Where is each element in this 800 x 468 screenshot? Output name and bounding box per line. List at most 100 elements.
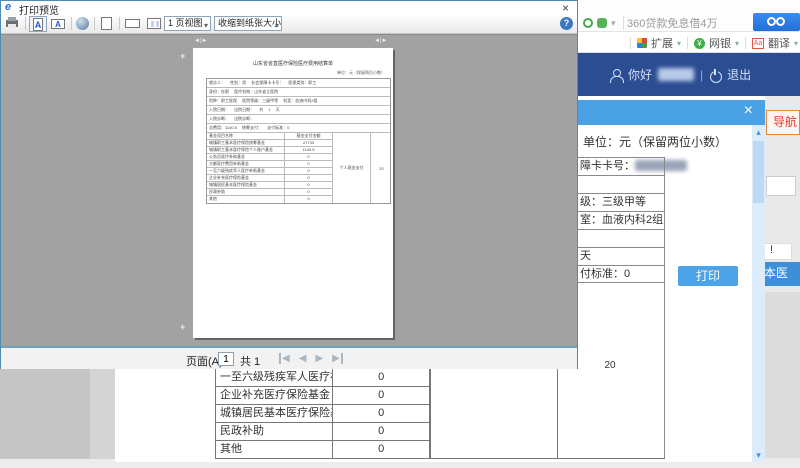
full-width-view-button[interactable] bbox=[124, 16, 142, 32]
chevron-down-icon[interactable]: ▾ bbox=[735, 39, 739, 48]
fund-value-cell: 0 bbox=[333, 387, 430, 404]
site-header-user-area: 你好 | 退出 bbox=[610, 66, 751, 83]
print-preview-toolbar: A A 1 页视图▾ 收缩到纸张大小▾ ? bbox=[1, 15, 577, 34]
first-page-icon[interactable]: ◀ bbox=[279, 353, 290, 364]
toolbar-item-translate[interactable]: 翻译 bbox=[768, 35, 790, 51]
fund-label-cell: 企业补充医疗保险基金 bbox=[207, 175, 285, 181]
document-header-row: 险种：职工医保 医院等级：三级甲等 科室：血液内科2组 bbox=[207, 97, 390, 106]
chevron-down-icon[interactable]: ▾ bbox=[677, 39, 681, 48]
extensions-icon[interactable] bbox=[637, 38, 647, 48]
toolbar-item-bank[interactable]: 网银 bbox=[709, 35, 731, 51]
translate-icon[interactable]: Aa bbox=[752, 38, 764, 49]
margin-handle[interactable]: + bbox=[180, 52, 185, 60]
print-button[interactable]: 打印 bbox=[678, 266, 738, 286]
rail-input-box[interactable] bbox=[766, 176, 796, 196]
page-setup-button[interactable] bbox=[75, 16, 91, 32]
table-row: 其他 0 bbox=[215, 440, 430, 458]
print-document-button[interactable] bbox=[4, 16, 22, 32]
document-fund-row: 企业补充医疗保险基金 0 bbox=[207, 175, 332, 182]
document-fund-row: 城镇职工基本医疗保险统筹基金 27733 bbox=[207, 140, 332, 147]
page-number-input[interactable] bbox=[218, 352, 234, 366]
margin-handle[interactable]: ◄|► bbox=[194, 38, 207, 44]
fund-label-cell: 企业补充医疗保险基金 bbox=[216, 387, 333, 404]
fund-label-cell: 其他 bbox=[216, 441, 333, 458]
help-icon[interactable]: ? bbox=[560, 17, 573, 30]
preview-canvas: ◄|► ◄|► + + 山东省省直医疗保险医疗费用结算单 单位：元（保留两位小数… bbox=[1, 34, 577, 346]
table-border bbox=[430, 368, 431, 458]
document-header-row: 身份：在职 医疗机构：山东省立医院 bbox=[207, 88, 390, 97]
scroll-up-icon[interactable]: ▴ bbox=[752, 125, 765, 139]
page-left-gray-panel bbox=[0, 368, 90, 468]
fund-label-cell: 一至六级残疾军人医疗补助基金 bbox=[207, 168, 285, 174]
divider bbox=[119, 17, 120, 30]
margin-handle[interactable]: + bbox=[180, 323, 185, 331]
document-fund-row: 其他 0 bbox=[207, 196, 332, 203]
portrait-page-icon: A bbox=[33, 18, 43, 31]
page-icon bbox=[101, 17, 112, 30]
document-header-row: 总费用：1140.5 统筹支付： 支付标准：0 bbox=[207, 124, 390, 133]
landscape-button[interactable]: A bbox=[50, 16, 68, 32]
full-page-view-button[interactable] bbox=[99, 16, 115, 32]
redacted-username bbox=[658, 68, 694, 81]
fund-value-cell: 0 bbox=[333, 405, 430, 422]
site-safety-icon[interactable] bbox=[583, 18, 593, 28]
document-fund-row: 城镇职工基本医疗保险个人账户基金 1140.5 bbox=[207, 147, 332, 154]
fund-label-cell: 民政补助 bbox=[207, 189, 285, 195]
close-icon[interactable]: × bbox=[744, 102, 753, 120]
fund-value-cell: 0 bbox=[285, 196, 332, 203]
fund-value-cell: 0 bbox=[285, 161, 332, 167]
prev-page-icon[interactable]: ◀ bbox=[299, 353, 307, 364]
greeting-text: 你好 bbox=[628, 66, 652, 83]
next-page-icon[interactable]: ▶ bbox=[315, 353, 323, 364]
last-page-icon[interactable]: ▶ bbox=[332, 353, 343, 364]
fund-label-cell: 大额医疗费用补助基金 bbox=[207, 161, 285, 167]
margin-handle[interactable]: ◄|► bbox=[374, 38, 387, 44]
fund-value-cell: 27733 bbox=[285, 140, 332, 146]
fund-label-cell: 基金项目名称 bbox=[207, 133, 285, 139]
page-total-label: 共 1 bbox=[240, 353, 260, 369]
fund-value-cell: 基金支付金额 bbox=[285, 133, 332, 139]
wide-page-icon bbox=[125, 19, 140, 28]
fund-value-cell: 0 bbox=[285, 168, 332, 174]
divider bbox=[623, 16, 624, 30]
page-view-select[interactable]: 1 页视图▾ bbox=[164, 16, 211, 31]
close-icon[interactable]: × bbox=[562, 1, 569, 15]
divider bbox=[25, 17, 26, 30]
print-preview-window: e 打印预览 × A A 1 页视图▾ 收缩到纸张大小▾ ? ◄|► ◄|► +… bbox=[0, 0, 578, 369]
print-preview-titlebar[interactable]: e 打印预览 × bbox=[1, 1, 577, 15]
fund-value-cell: 0 bbox=[333, 369, 430, 386]
fund-label-cell: 城镇居民基本医疗保险基金 bbox=[207, 182, 285, 188]
site-mode-icon[interactable] bbox=[597, 18, 607, 28]
nav-button-partial[interactable]: 导航 bbox=[766, 110, 800, 135]
fund-value-cell: 0 bbox=[285, 154, 332, 160]
chevron-down-icon[interactable]: ▾ bbox=[611, 18, 616, 29]
scrollbar-thumb[interactable] bbox=[753, 141, 764, 203]
address-bar-text[interactable]: 360贷款免息借4万 bbox=[627, 15, 717, 31]
bank-shield-icon[interactable]: ¥ bbox=[694, 38, 705, 49]
globe-icon bbox=[76, 17, 89, 30]
chevron-down-icon[interactable]: ▾ bbox=[794, 39, 798, 48]
fund-label-cell: 城镇职工基本医疗保险统筹基金 bbox=[207, 140, 285, 146]
document-title: 山东省省直医疗保险医疗费用结算单 bbox=[193, 60, 393, 67]
dialog-scrollbar[interactable]: ▴ ▾ bbox=[752, 125, 765, 462]
logout-link[interactable]: 退出 bbox=[727, 66, 751, 83]
360-logo-icon bbox=[776, 17, 785, 26]
fund-table: 一至六级残疾军人医疗补助基金 0 企业补充医疗保险基金 0 城镇居民基本医疗保险… bbox=[215, 368, 665, 458]
portrait-button[interactable]: A bbox=[29, 16, 47, 32]
shrink-to-fit-select[interactable]: 收缩到纸张大小▾ bbox=[214, 16, 282, 31]
scroll-down-icon[interactable]: ▾ bbox=[752, 448, 765, 462]
preview-page: 山东省省直医疗保险医疗费用结算单 单位：元（保留两位小数） 就诊人： 性别：男 … bbox=[193, 48, 393, 338]
divider bbox=[745, 37, 746, 49]
fund-value-cell: 1140.5 bbox=[285, 147, 332, 153]
fund-value-cell: 0 bbox=[333, 423, 430, 440]
fund-value-cell: 0 bbox=[285, 175, 332, 181]
multi-page-view-button[interactable] bbox=[146, 16, 164, 32]
power-icon bbox=[709, 69, 721, 81]
printer-icon bbox=[6, 20, 18, 27]
screen: ▾ 360贷款免息借4万 扩展 ▾ ¥ 网银 ▾ Aa 翻译 ▾ 截图 你好 |… bbox=[0, 0, 800, 468]
document-merged-cells: 个人现金支付 20 bbox=[332, 133, 392, 203]
toolbar-item-extensions[interactable]: 扩展 bbox=[651, 35, 673, 51]
browser-360-button[interactable] bbox=[753, 13, 800, 31]
fund-label-cell: 其他 bbox=[207, 196, 285, 203]
fund-label-cell: 城镇居民基本医疗保险基金 bbox=[216, 405, 333, 422]
